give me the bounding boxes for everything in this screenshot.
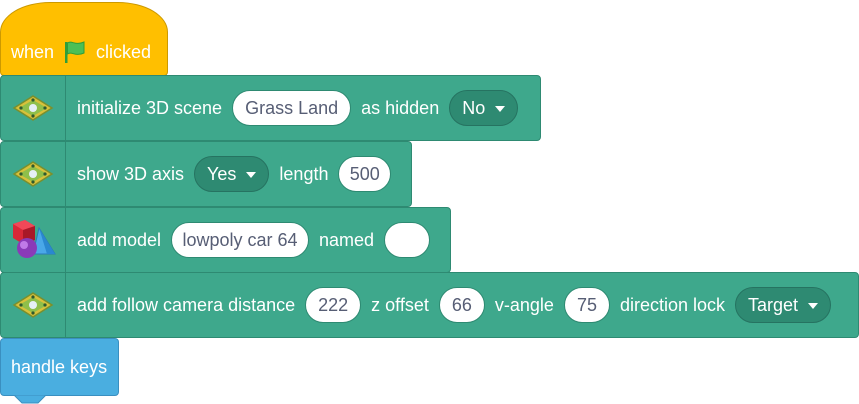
green-flag-icon xyxy=(62,39,88,65)
scene-name-input[interactable]: Grass Land xyxy=(232,90,352,126)
axis-length-input[interactable]: 500 xyxy=(338,156,391,192)
when-label: when xyxy=(11,41,55,62)
show-3d-axis-block[interactable]: show 3D axis Yes length 500 xyxy=(0,141,412,207)
axis-visible-dropdown[interactable]: Yes xyxy=(194,156,270,192)
handle-keys-block[interactable]: handle keys xyxy=(0,338,119,396)
chevron-down-icon xyxy=(808,303,819,309)
v-angle-label: v-angle xyxy=(494,294,554,315)
handle-keys-label: handle keys xyxy=(11,356,108,377)
board-icon xyxy=(1,142,66,206)
direction-lock-dropdown[interactable]: Target xyxy=(735,287,832,323)
chevron-down-icon xyxy=(495,106,506,112)
model-name-input[interactable]: lowpoly car 64 xyxy=(171,222,309,258)
initialize-3d-scene-block[interactable]: initialize 3D scene Grass Land as hidden… xyxy=(0,75,541,141)
length-label: length xyxy=(279,163,329,184)
add-follow-camera-block[interactable]: add follow camera distance 222 z offset … xyxy=(0,272,859,338)
add-model-label: add model xyxy=(77,229,162,250)
direction-lock-dropdown-value: Target xyxy=(748,294,799,315)
board-icon xyxy=(1,76,66,140)
axis-visible-dropdown-value: Yes xyxy=(207,163,237,184)
initialize-3d-scene-label: initialize 3D scene xyxy=(77,97,223,118)
chevron-down-icon xyxy=(246,172,257,178)
block-bottom-notch xyxy=(14,395,47,404)
model-id-input[interactable] xyxy=(384,222,430,258)
direction-lock-label: direction lock xyxy=(619,294,726,315)
camera-distance-input[interactable]: 222 xyxy=(305,287,362,323)
named-label: named xyxy=(318,229,374,250)
hidden-dropdown[interactable]: No xyxy=(449,90,519,126)
shapes-icon xyxy=(1,208,66,272)
as-hidden-label: as hidden xyxy=(361,97,440,118)
when-flag-clicked-block[interactable]: when clicked xyxy=(0,2,168,76)
clicked-label: clicked xyxy=(96,41,152,62)
show-3d-axis-label: show 3D axis xyxy=(77,163,185,184)
board-icon xyxy=(1,273,66,337)
z-offset-input[interactable]: 66 xyxy=(438,287,485,323)
add-follow-camera-label: add follow camera distance xyxy=(77,294,296,315)
z-offset-label: z offset xyxy=(371,294,429,315)
hidden-dropdown-value: No xyxy=(462,97,486,118)
add-model-block[interactable]: add model lowpoly car 64 named xyxy=(0,207,451,273)
v-angle-input[interactable]: 75 xyxy=(563,287,610,323)
